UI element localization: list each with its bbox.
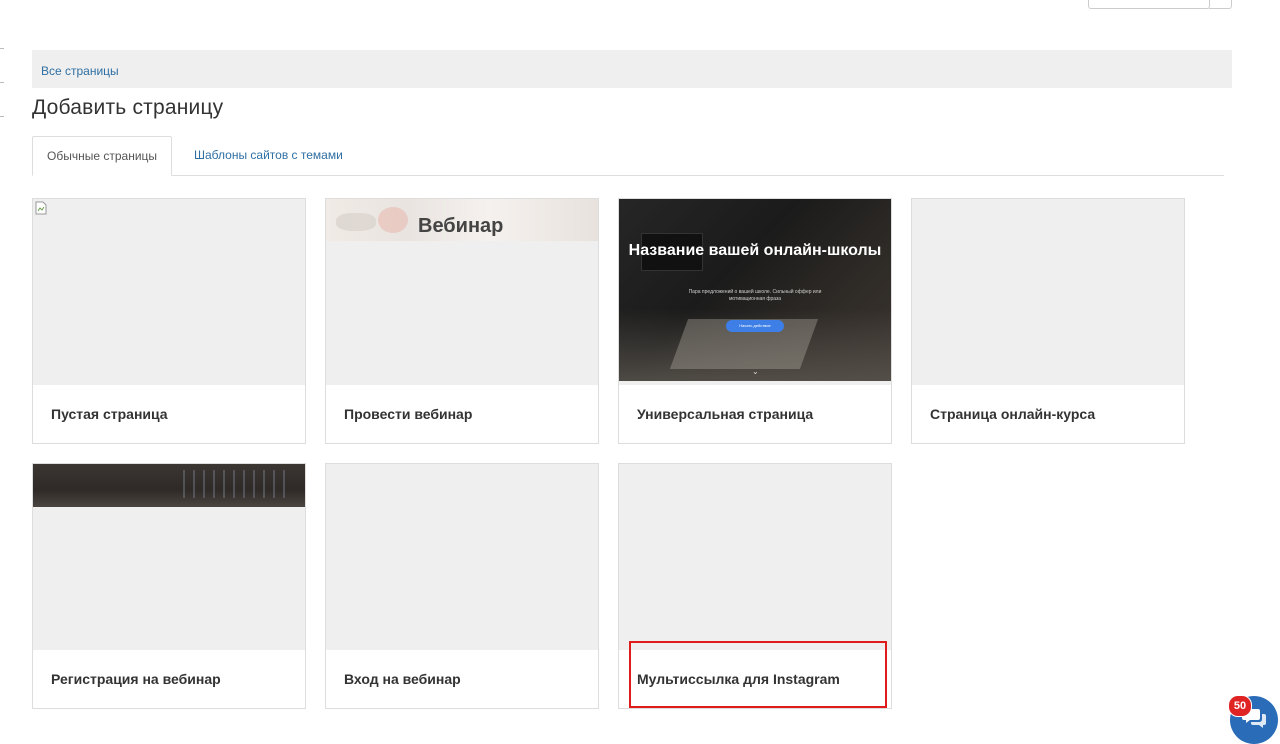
card-label: Провести вебинар bbox=[344, 406, 473, 422]
tab-bar: Обычные страницы Шаблоны сайтов с темами bbox=[32, 136, 1224, 176]
left-edge-markers bbox=[0, 48, 4, 158]
left-edge-tick bbox=[0, 48, 4, 49]
template-card-online-course[interactable]: Страница онлайн-курса bbox=[911, 198, 1185, 444]
top-right-select-toggle[interactable] bbox=[1209, 0, 1232, 9]
breadcrumb-all-pages-link[interactable]: Все страницы bbox=[41, 64, 119, 78]
card-label: Пустая страница bbox=[51, 406, 168, 422]
preview-decoration bbox=[378, 207, 408, 233]
tab-regular-pages[interactable]: Обычные страницы bbox=[32, 136, 173, 176]
left-edge-tick bbox=[0, 82, 4, 83]
template-card-webinar-registration[interactable]: Регистрация на вебинар bbox=[32, 463, 306, 709]
chevron-down-icon: ⌄ bbox=[752, 367, 759, 376]
webinar-preview-banner: Вебинар bbox=[326, 199, 598, 241]
card-label: Регистрация на вебинар bbox=[51, 671, 221, 687]
preview-decoration bbox=[336, 213, 376, 231]
breadcrumb: Все страницы bbox=[32, 50, 1232, 88]
universal-preview-hero: Название вашей онлайн-школы Пара предлож… bbox=[619, 199, 891, 381]
card-thumbnail bbox=[33, 199, 305, 385]
card-thumbnail bbox=[33, 464, 305, 650]
hero-cta-button: Начать действие bbox=[726, 320, 784, 332]
card-thumbnail bbox=[912, 199, 1184, 385]
template-card-webinar-entry[interactable]: Вход на вебинар bbox=[325, 463, 599, 709]
chat-unread-badge: 50 bbox=[1228, 695, 1252, 717]
card-thumbnail: Название вашей онлайн-школы Пара предлож… bbox=[619, 199, 891, 385]
card-label: Универсальная страница bbox=[637, 406, 814, 422]
webinar-preview-title: Вебинар bbox=[418, 215, 504, 237]
tab-site-templates[interactable]: Шаблоны сайтов с темами bbox=[180, 136, 357, 174]
template-card-blank[interactable]: Пустая страница bbox=[32, 198, 306, 444]
card-label: Вход на вебинар bbox=[344, 671, 461, 687]
hero-subtitle: Пара предложений о вашей школе. Сильный … bbox=[688, 289, 822, 302]
top-right-select[interactable] bbox=[1088, 0, 1210, 9]
card-thumbnail bbox=[619, 464, 891, 650]
left-edge-tick bbox=[0, 116, 4, 117]
card-label: Мультиссылка для Instagram bbox=[637, 671, 840, 687]
template-card-webinar[interactable]: Вебинар Провести вебинар bbox=[325, 198, 599, 444]
template-card-instagram-multilink[interactable]: Мультиссылка для Instagram bbox=[618, 463, 892, 709]
card-label: Страница онлайн-курса bbox=[930, 406, 1096, 422]
broken-image-icon bbox=[35, 201, 47, 215]
page-title: Добавить страницу bbox=[32, 96, 224, 119]
card-thumbnail: Вебинар bbox=[326, 199, 598, 385]
template-card-universal[interactable]: Название вашей онлайн-школы Пара предлож… bbox=[618, 198, 892, 444]
card-thumbnail bbox=[326, 464, 598, 650]
registration-preview-banner bbox=[33, 464, 305, 507]
hero-title: Название вашей онлайн-школы bbox=[628, 242, 882, 259]
preview-decoration bbox=[183, 470, 293, 498]
